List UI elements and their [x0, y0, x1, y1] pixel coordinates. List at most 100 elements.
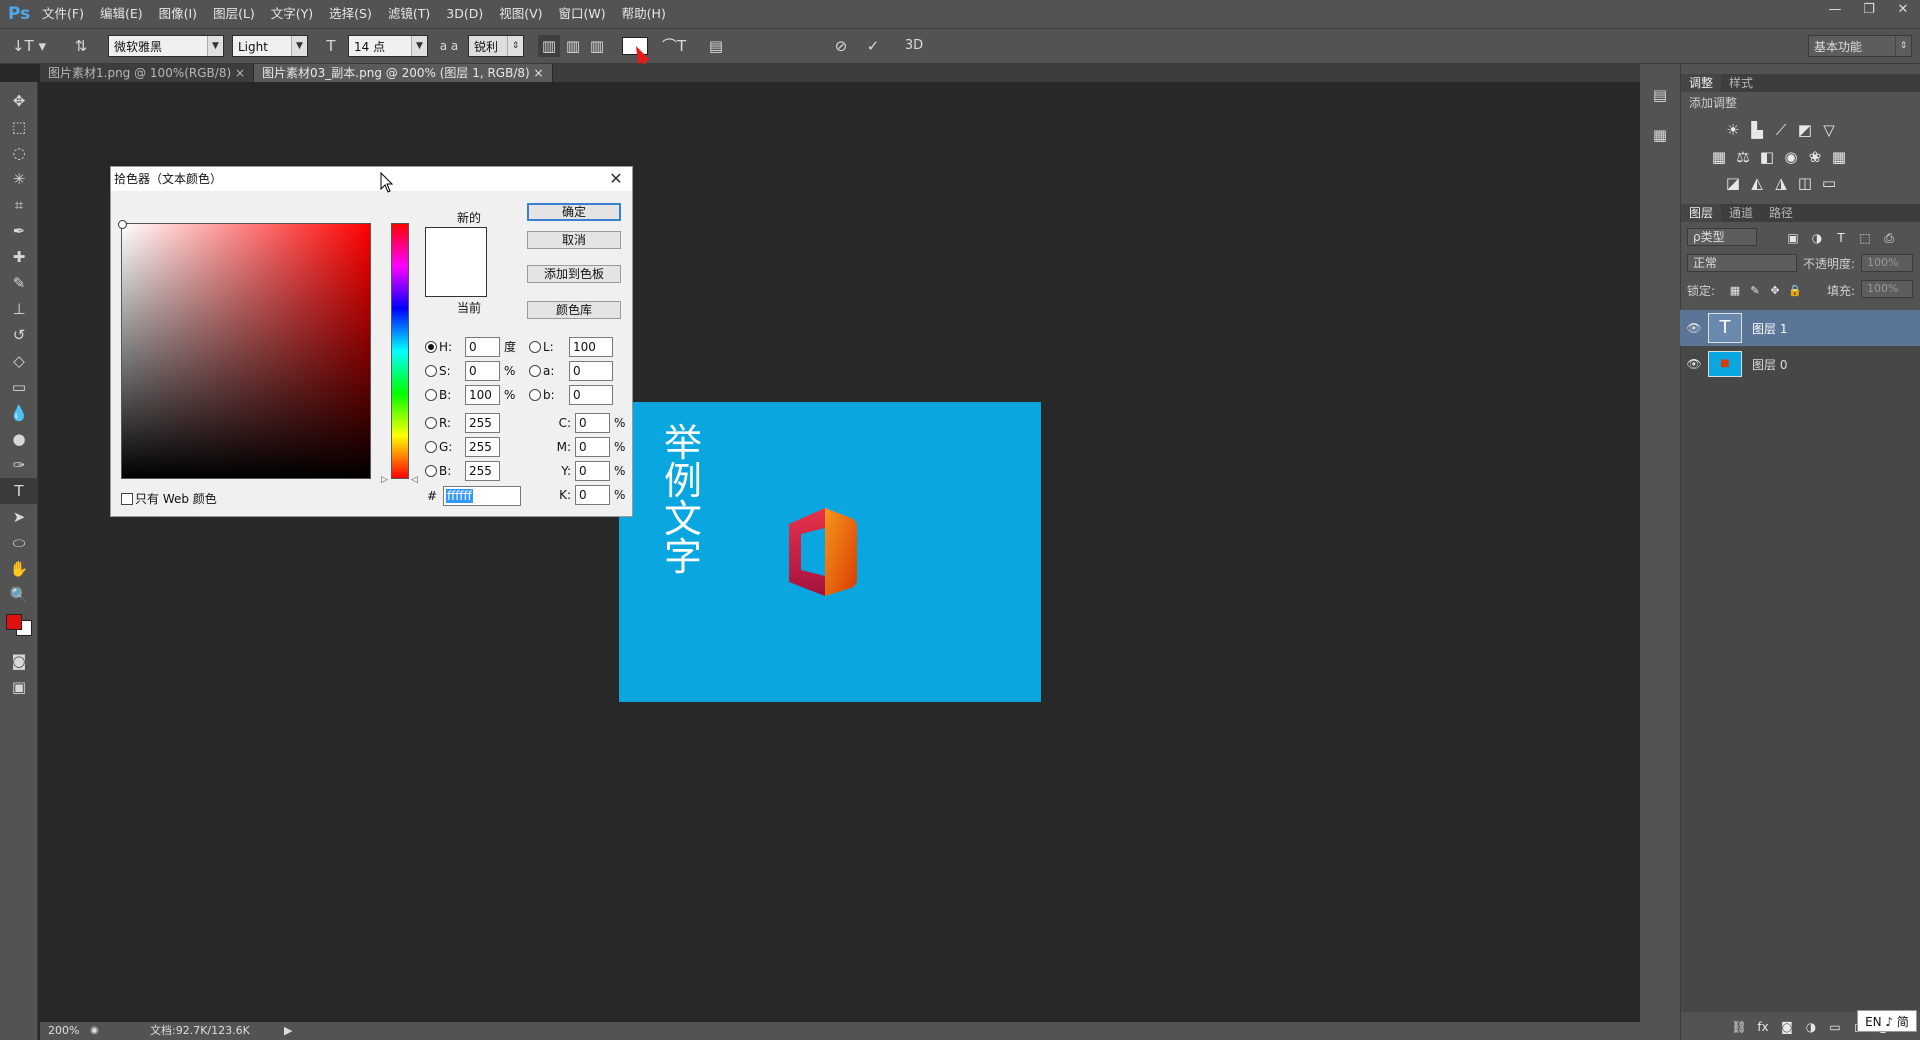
brush-tool-icon[interactable]: ✎ [0, 270, 38, 296]
posterize-icon[interactable]: ◭ [1745, 172, 1769, 194]
close-icon[interactable]: ✕ [606, 168, 626, 190]
fx-icon[interactable]: fx [1751, 1016, 1775, 1038]
path-selection-tool-icon[interactable]: ➤ [0, 504, 38, 530]
ime-indicator[interactable]: EN ♪ 简 [1857, 1010, 1917, 1032]
h-radio[interactable] [425, 341, 437, 353]
color-balance-icon[interactable]: ⚖ [1731, 146, 1755, 168]
filter-smart-icon[interactable]: ⎙ [1877, 227, 1901, 249]
character-panel-icon[interactable]: ▤ [704, 35, 728, 57]
saturation-brightness-field[interactable] [118, 220, 371, 479]
l-radio[interactable] [529, 341, 541, 353]
photo-filter-icon[interactable]: ◉ [1779, 146, 1803, 168]
b-radio[interactable] [425, 389, 437, 401]
tab-layers[interactable]: 图层 [1681, 204, 1722, 222]
hue-slider-right-handle[interactable]: ◁ [411, 475, 418, 485]
c-field[interactable]: 0 [575, 413, 610, 433]
ok-button[interactable]: 确定 [527, 203, 621, 221]
dodge-tool-icon[interactable]: ● [0, 426, 38, 452]
document-canvas[interactable]: 举 例 文 字 [619, 402, 1041, 702]
lab-b-field[interactable]: 0 [569, 385, 613, 405]
brightness-icon[interactable]: ☀ [1721, 119, 1745, 141]
eye-icon[interactable]: 👁 [1680, 321, 1708, 335]
add-mask-icon[interactable]: ◙ [1775, 1016, 1799, 1038]
hue-saturation-icon[interactable]: ▦ [1707, 146, 1731, 168]
align-center-icon[interactable]: ▥ [562, 35, 584, 57]
filter-adjust-icon[interactable]: ◑ [1805, 227, 1829, 249]
create-3d-button[interactable]: 3D [900, 35, 928, 57]
tab-adjustments[interactable]: 调整 [1681, 74, 1722, 92]
h-field[interactable]: 0 [465, 337, 500, 357]
ellipse-tool-icon[interactable]: ⬭ [0, 530, 38, 556]
menu-file[interactable]: 文件(F) [34, 0, 92, 28]
menu-image[interactable]: 图像(I) [151, 0, 205, 28]
move-tool-icon[interactable]: ✥ [0, 88, 38, 114]
channel-mixer-icon[interactable]: ❀ [1803, 146, 1827, 168]
menu-3d[interactable]: 3D(D) [438, 0, 491, 28]
magic-wand-tool-icon[interactable]: ✳ [0, 166, 38, 192]
r-radio[interactable] [425, 417, 437, 429]
zoom-level[interactable]: 200% [48, 1022, 79, 1040]
marquee-tool-icon[interactable]: ⬚ [0, 114, 38, 140]
menu-help[interactable]: 帮助(H) [614, 0, 674, 28]
cancel-edit-icon[interactable]: ⊘ [830, 35, 852, 57]
group-icon[interactable]: ▭ [1823, 1016, 1847, 1038]
antialias-select[interactable]: 锐利 ⇕ [468, 35, 524, 57]
hand-tool-icon[interactable]: ✋ [0, 556, 38, 582]
close-icon[interactable]: × [235, 66, 245, 80]
eyedropper-tool-icon[interactable]: ✒ [0, 218, 38, 244]
filter-pixel-icon[interactable]: ▣ [1781, 227, 1805, 249]
menu-select[interactable]: 选择(S) [321, 0, 380, 28]
tab-doc-2[interactable]: 图片素材03_副本.png @ 200% (图层 1, RGB/8) × [254, 64, 553, 82]
hue-slider-left-handle[interactable]: ▷ [381, 475, 388, 485]
lasso-tool-icon[interactable]: ◌ [0, 140, 38, 166]
clone-stamp-tool-icon[interactable]: ⊥ [0, 296, 38, 322]
fill-field[interactable]: 100% [1861, 280, 1913, 298]
invert-icon[interactable]: ◪ [1721, 172, 1745, 194]
tab-paths[interactable]: 路径 [1761, 204, 1801, 222]
s-field[interactable]: 0 [465, 361, 500, 381]
blue-field[interactable]: 255 [465, 461, 500, 481]
hex-field[interactable]: ffffff [443, 486, 521, 506]
close-icon[interactable]: ✕ [1886, 0, 1920, 20]
quick-mask-icon[interactable]: ◙ [0, 648, 38, 674]
layer-name[interactable]: 图层 0 [1752, 356, 1787, 373]
gradient-map-icon[interactable]: ◫ [1793, 172, 1817, 194]
filter-shape-icon[interactable]: ⬚ [1853, 227, 1877, 249]
lock-all-icon[interactable]: 🔒 [1785, 280, 1805, 302]
history-brush-tool-icon[interactable]: ↺ [0, 322, 38, 348]
levels-icon[interactable]: ▙ [1745, 119, 1769, 141]
selective-color-icon[interactable]: ▭ [1817, 172, 1841, 194]
color-selector-ring[interactable] [118, 220, 127, 229]
tab-styles[interactable]: 样式 [1721, 74, 1761, 92]
b-field[interactable]: 100 [465, 385, 500, 405]
eye-icon[interactable]: 👁 [1680, 357, 1708, 371]
s-radio[interactable] [425, 365, 437, 377]
filter-type-icon[interactable]: T [1829, 227, 1853, 249]
cancel-button[interactable]: 取消 [527, 231, 621, 249]
menu-filter[interactable]: 滤镜(T) [380, 0, 438, 28]
g-field[interactable]: 255 [465, 437, 500, 457]
pen-tool-icon[interactable]: ✑ [0, 452, 38, 478]
blur-tool-icon[interactable]: 💧 [0, 400, 38, 426]
menu-type[interactable]: 文字(Y) [263, 0, 321, 28]
menu-view[interactable]: 视图(V) [491, 0, 550, 28]
color-libraries-button[interactable]: 颜色库 [527, 301, 621, 319]
font-size-select[interactable]: 14 点 ▼ [348, 35, 428, 57]
vertical-text-layer[interactable]: 举 例 文 字 [663, 424, 705, 576]
screen-mode-icon[interactable]: ▣ [0, 674, 38, 700]
menu-edit[interactable]: 编辑(E) [92, 0, 151, 28]
l-field[interactable]: 100 [569, 337, 613, 357]
font-family-select[interactable]: 微软雅黑 ▼ [108, 35, 224, 57]
web-colors-checkbox[interactable] [121, 493, 133, 505]
k-field[interactable]: 0 [575, 485, 610, 505]
lock-pixels-icon[interactable]: ✎ [1745, 280, 1765, 302]
menu-window[interactable]: 窗口(W) [551, 0, 614, 28]
close-icon[interactable]: × [534, 66, 544, 80]
link-layers-icon[interactable]: ⛓ [1727, 1016, 1751, 1038]
g-radio[interactable] [425, 441, 437, 453]
adjustment-layer-icon[interactable]: ◑ [1799, 1016, 1823, 1038]
blend-mode-select[interactable]: 正常 [1687, 254, 1797, 272]
healing-brush-tool-icon[interactable]: ✚ [0, 244, 38, 270]
vertical-type-tool-icon[interactable]: ↓T ▾ [8, 35, 50, 57]
menu-layer[interactable]: 图层(L) [205, 0, 263, 28]
